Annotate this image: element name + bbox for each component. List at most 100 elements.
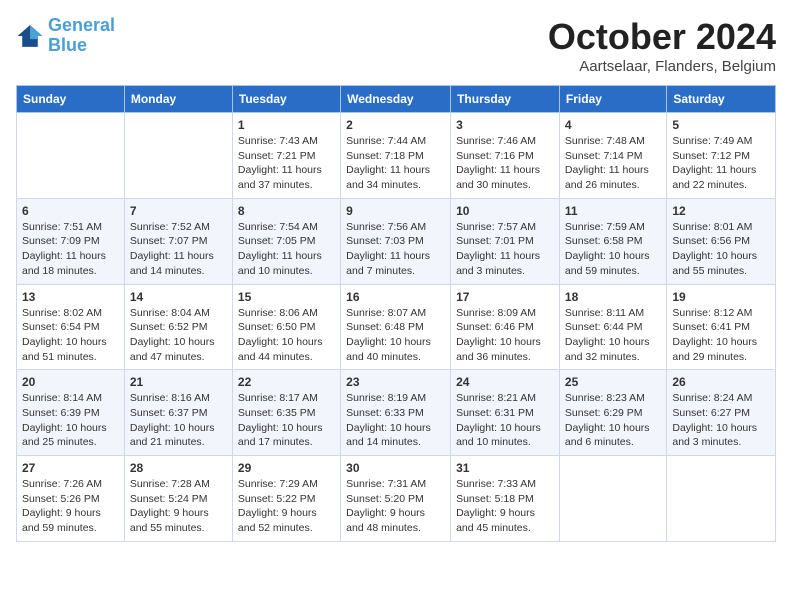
day-info: Sunrise: 7:31 AM Sunset: 5:20 PM Dayligh…	[346, 477, 445, 536]
page-header: General Blue October 2024 Aartselaar, Fl…	[16, 16, 776, 75]
calendar-table: SundayMondayTuesdayWednesdayThursdayFrid…	[16, 85, 776, 542]
day-cell	[667, 456, 776, 542]
day-cell	[559, 456, 666, 542]
day-info: Sunrise: 8:04 AM Sunset: 6:52 PM Dayligh…	[130, 306, 227, 365]
location-subtitle: Aartselaar, Flanders, Belgium	[548, 58, 776, 75]
logo: General Blue	[16, 16, 115, 56]
day-cell: 25 Sunrise: 8:23 AM Sunset: 6:29 PM Dayli…	[559, 370, 666, 456]
day-number: 13	[22, 290, 119, 304]
day-cell: 5Sunrise: 7:49 AM Sunset: 7:12 PM Daylig…	[667, 113, 776, 199]
day-number: 18	[565, 290, 661, 304]
day-number: 30	[346, 461, 445, 475]
week-row-4: 20Sunrise: 8:14 AM Sunset: 6:39 PM Dayli…	[17, 370, 776, 456]
day-cell	[124, 113, 232, 199]
month-title: October 2024	[548, 16, 776, 58]
day-number: 11	[565, 204, 661, 218]
day-info: Sunrise: 8:21 AM Sunset: 6:31 PM Dayligh…	[456, 391, 554, 450]
day-info: Sunrise: 7:44 AM Sunset: 7:18 PM Dayligh…	[346, 134, 445, 193]
day-number: 21	[130, 375, 227, 389]
day-cell: 6 Sunrise: 7:51 AM Sunset: 7:09 PM Daylig…	[17, 198, 125, 284]
day-number: 22	[238, 375, 335, 389]
day-number: 23	[346, 375, 445, 389]
day-info: Sunrise: 7:46 AM Sunset: 7:16 PM Dayligh…	[456, 134, 554, 193]
day-cell	[17, 113, 125, 199]
day-info: Sunrise: 8:11 AM Sunset: 6:44 PM Dayligh…	[565, 306, 661, 365]
day-number: 24	[456, 375, 554, 389]
day-info: Sunrise: 8:17 AM Sunset: 6:35 PM Dayligh…	[238, 391, 335, 450]
day-number: 28	[130, 461, 227, 475]
day-cell: 17 Sunrise: 8:09 AM Sunset: 6:46 PM Dayli…	[451, 284, 560, 370]
day-cell: 16 Sunrise: 8:07 AM Sunset: 6:48 PM Dayli…	[341, 284, 451, 370]
day-info: Sunrise: 8:06 AM Sunset: 6:50 PM Dayligh…	[238, 306, 335, 365]
header-wednesday: Wednesday	[341, 86, 451, 113]
day-cell: 2 Sunrise: 7:44 AM Sunset: 7:18 PM Daylig…	[341, 113, 451, 199]
day-number: 17	[456, 290, 554, 304]
day-number: 26	[672, 375, 770, 389]
day-cell: 8 Sunrise: 7:54 AM Sunset: 7:05 PM Daylig…	[232, 198, 340, 284]
day-info: Sunrise: 8:02 AM Sunset: 6:54 PM Dayligh…	[22, 306, 119, 365]
day-info: Sunrise: 7:43 AM Sunset: 7:21 PM Dayligh…	[238, 134, 335, 193]
day-info: Sunrise: 7:52 AM Sunset: 7:07 PM Dayligh…	[130, 220, 227, 279]
day-info: Sunrise: 8:14 AM Sunset: 6:39 PM Dayligh…	[22, 391, 119, 450]
day-cell: 1 Sunrise: 7:43 AM Sunset: 7:21 PM Daylig…	[232, 113, 340, 199]
day-number: 1	[238, 118, 335, 132]
day-number: 31	[456, 461, 554, 475]
week-row-3: 13 Sunrise: 8:02 AM Sunset: 6:54 PM Dayli…	[17, 284, 776, 370]
day-number: 19	[672, 290, 770, 304]
day-info: Sunrise: 7:56 AM Sunset: 7:03 PM Dayligh…	[346, 220, 445, 279]
day-cell: 4 Sunrise: 7:48 AM Sunset: 7:14 PM Daylig…	[559, 113, 666, 199]
week-row-5: 27Sunrise: 7:26 AM Sunset: 5:26 PM Dayli…	[17, 456, 776, 542]
day-number: 14	[130, 290, 227, 304]
day-number: 8	[238, 204, 335, 218]
day-number: 4	[565, 118, 661, 132]
day-cell: 7 Sunrise: 7:52 AM Sunset: 7:07 PM Daylig…	[124, 198, 232, 284]
day-number: 15	[238, 290, 335, 304]
header-sunday: Sunday	[17, 86, 125, 113]
day-cell: 26Sunrise: 8:24 AM Sunset: 6:27 PM Dayli…	[667, 370, 776, 456]
header-monday: Monday	[124, 86, 232, 113]
day-cell: 24 Sunrise: 8:21 AM Sunset: 6:31 PM Dayli…	[451, 370, 560, 456]
day-info: Sunrise: 8:07 AM Sunset: 6:48 PM Dayligh…	[346, 306, 445, 365]
day-info: Sunrise: 7:48 AM Sunset: 7:14 PM Dayligh…	[565, 134, 661, 193]
header-friday: Friday	[559, 86, 666, 113]
day-number: 6	[22, 204, 119, 218]
header-saturday: Saturday	[667, 86, 776, 113]
day-info: Sunrise: 7:33 AM Sunset: 5:18 PM Dayligh…	[456, 477, 554, 536]
day-info: Sunrise: 7:51 AM Sunset: 7:09 PM Dayligh…	[22, 220, 119, 279]
day-info: Sunrise: 8:23 AM Sunset: 6:29 PM Dayligh…	[565, 391, 661, 450]
day-cell: 13 Sunrise: 8:02 AM Sunset: 6:54 PM Dayli…	[17, 284, 125, 370]
day-info: Sunrise: 7:59 AM Sunset: 6:58 PM Dayligh…	[565, 220, 661, 279]
day-info: Sunrise: 8:19 AM Sunset: 6:33 PM Dayligh…	[346, 391, 445, 450]
day-cell: 19 Sunrise: 8:12 AM Sunset: 6:41 PM Dayli…	[667, 284, 776, 370]
day-info: Sunrise: 7:57 AM Sunset: 7:01 PM Dayligh…	[456, 220, 554, 279]
logo-text: General Blue	[48, 16, 115, 56]
day-cell: 9 Sunrise: 7:56 AM Sunset: 7:03 PM Daylig…	[341, 198, 451, 284]
day-info: Sunrise: 8:09 AM Sunset: 6:46 PM Dayligh…	[456, 306, 554, 365]
day-number: 16	[346, 290, 445, 304]
day-info: Sunrise: 8:12 AM Sunset: 6:41 PM Dayligh…	[672, 306, 770, 365]
day-number: 3	[456, 118, 554, 132]
day-cell: 15 Sunrise: 8:06 AM Sunset: 6:50 PM Dayli…	[232, 284, 340, 370]
header-thursday: Thursday	[451, 86, 560, 113]
day-cell: 29Sunrise: 7:29 AM Sunset: 5:22 PM Dayli…	[232, 456, 340, 542]
day-number: 5	[672, 118, 770, 132]
day-cell: 14 Sunrise: 8:04 AM Sunset: 6:52 PM Dayli…	[124, 284, 232, 370]
day-info: Sunrise: 7:26 AM Sunset: 5:26 PM Dayligh…	[22, 477, 119, 536]
day-cell: 12Sunrise: 8:01 AM Sunset: 6:56 PM Dayli…	[667, 198, 776, 284]
day-number: 7	[130, 204, 227, 218]
day-cell: 11 Sunrise: 7:59 AM Sunset: 6:58 PM Dayli…	[559, 198, 666, 284]
week-row-1: 1 Sunrise: 7:43 AM Sunset: 7:21 PM Daylig…	[17, 113, 776, 199]
day-info: Sunrise: 8:16 AM Sunset: 6:37 PM Dayligh…	[130, 391, 227, 450]
day-cell: 31 Sunrise: 7:33 AM Sunset: 5:18 PM Dayli…	[451, 456, 560, 542]
day-info: Sunrise: 7:54 AM Sunset: 7:05 PM Dayligh…	[238, 220, 335, 279]
day-number: 2	[346, 118, 445, 132]
calendar-header-row: SundayMondayTuesdayWednesdayThursdayFrid…	[17, 86, 776, 113]
day-info: Sunrise: 7:28 AM Sunset: 5:24 PM Dayligh…	[130, 477, 227, 536]
header-tuesday: Tuesday	[232, 86, 340, 113]
day-number: 12	[672, 204, 770, 218]
week-row-2: 6 Sunrise: 7:51 AM Sunset: 7:09 PM Daylig…	[17, 198, 776, 284]
logo-icon	[16, 22, 44, 50]
day-number: 25	[565, 375, 661, 389]
day-number: 9	[346, 204, 445, 218]
day-cell: 30 Sunrise: 7:31 AM Sunset: 5:20 PM Dayli…	[341, 456, 451, 542]
